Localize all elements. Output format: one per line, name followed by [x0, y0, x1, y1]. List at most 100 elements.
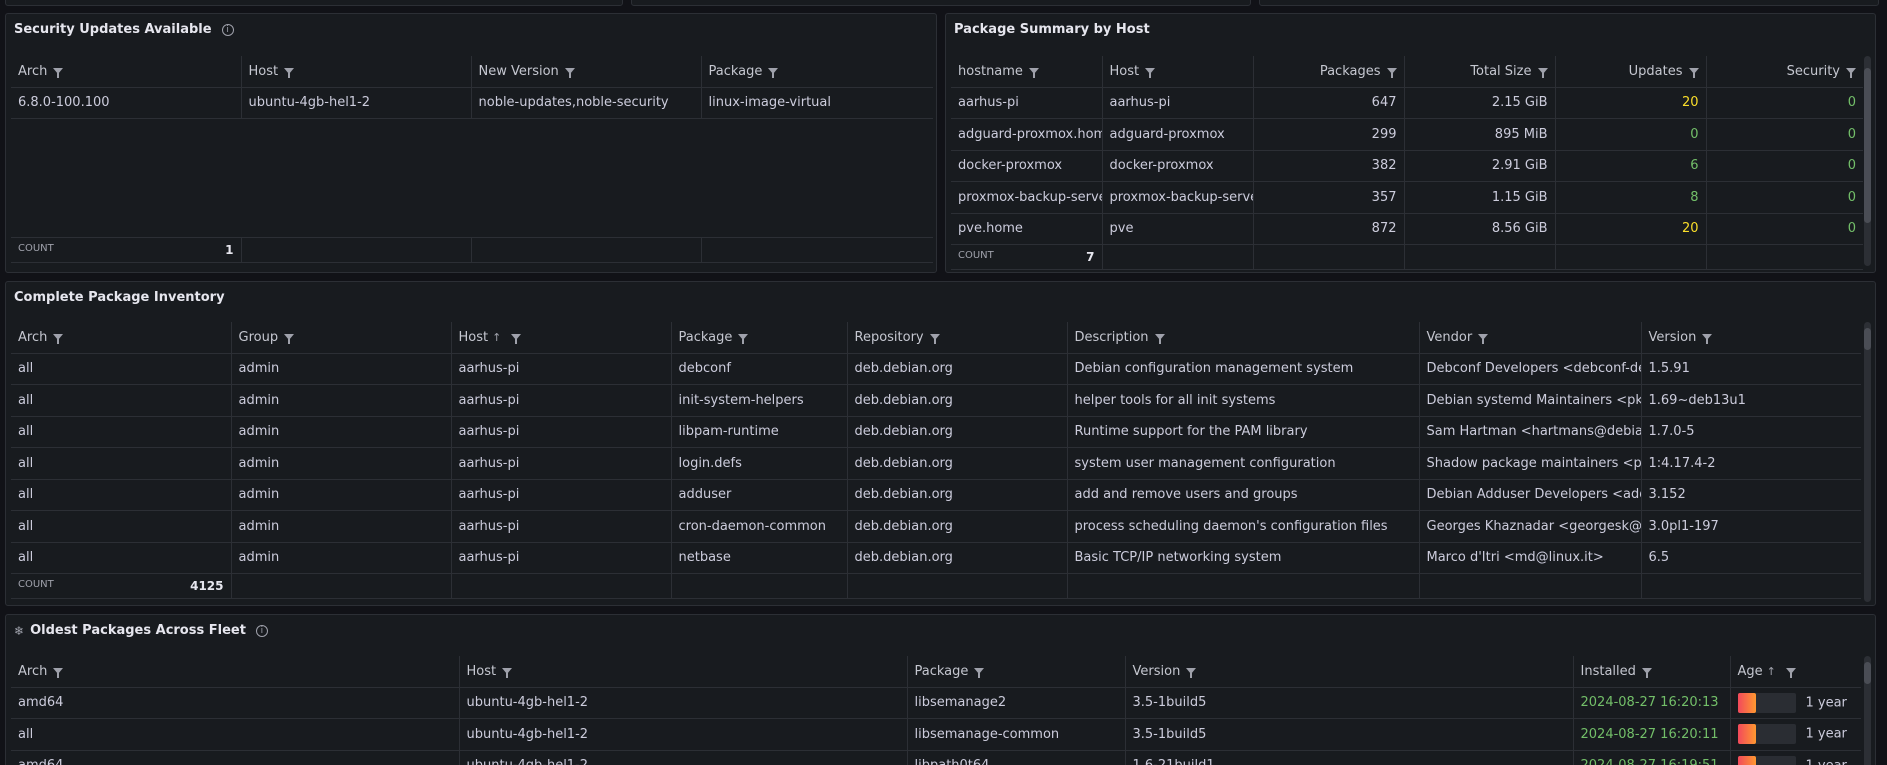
column-header-packages[interactable]: Packages	[1253, 56, 1405, 88]
cell: admin	[231, 479, 452, 511]
table-row[interactable]: all admin aarhus-pi login.defs deb.debian.or…	[11, 447, 1861, 480]
cell: admin	[231, 416, 452, 448]
column-header-security[interactable]: Security	[1706, 56, 1863, 88]
filter-icon[interactable]	[53, 68, 64, 79]
filter-icon[interactable]	[1145, 68, 1156, 79]
panel-title: Security Updates Available i	[14, 22, 234, 37]
age-label: 1 year	[1805, 695, 1847, 711]
filter-icon[interactable]	[1785, 668, 1796, 679]
cell: 8.56 GiB	[1404, 213, 1556, 245]
table-row[interactable]: all ubuntu-4gb-hel1-2 libsemanage-common 3.…	[11, 718, 1861, 751]
cell: proxmox-backup-server	[951, 181, 1103, 214]
column-header-updates[interactable]: Updates	[1555, 56, 1707, 88]
column-header-package[interactable]: Package	[907, 656, 1126, 688]
cell: admin	[231, 384, 452, 417]
column-header-arch[interactable]: Arch	[11, 656, 460, 688]
column-header-group[interactable]: Group	[231, 322, 452, 354]
vertical-scrollbar[interactable]	[1864, 56, 1871, 266]
filter-icon[interactable]	[1154, 334, 1165, 345]
column-header-host[interactable]: Host	[1102, 56, 1254, 88]
table-row[interactable]: all admin aarhus-pi cron-daemon-common deb.d…	[11, 510, 1861, 543]
table-row[interactable]: aarhus-pi aarhus-pi 647 2.15 GiB 20 0	[951, 87, 1863, 119]
filter-icon[interactable]	[1386, 68, 1397, 79]
vertical-scrollbar[interactable]	[1864, 322, 1871, 602]
filter-icon[interactable]	[1186, 668, 1197, 679]
cell: aarhus-pi	[451, 353, 672, 385]
filter-icon[interactable]	[53, 668, 64, 679]
scroll-thumb[interactable]	[1864, 662, 1871, 684]
table-row[interactable]: all admin aarhus-pi netbase deb.debian.org Ba…	[11, 542, 1861, 574]
age-gauge-fill	[1737, 755, 1757, 765]
table-row[interactable]: all admin aarhus-pi init-system-helpers deb.…	[11, 384, 1861, 417]
filter-icon[interactable]	[1478, 334, 1489, 345]
scroll-thumb[interactable]	[1864, 328, 1871, 350]
column-header-age[interactable]: Age ↑	[1730, 656, 1861, 688]
column-header-package[interactable]: Package	[701, 56, 933, 88]
filter-icon[interactable]	[1702, 334, 1713, 345]
filter-icon[interactable]	[1537, 68, 1548, 79]
table-row[interactable]: all admin aarhus-pi debconf deb.debian.org De…	[11, 353, 1861, 385]
column-header-total-size[interactable]: Total Size	[1404, 56, 1556, 88]
cell: deb.debian.org	[847, 542, 1068, 574]
filter-icon[interactable]	[929, 334, 940, 345]
sort-ascending-icon[interactable]: ↑	[492, 331, 501, 344]
column-header-installed[interactable]: Installed	[1573, 656, 1731, 688]
cell: libsemanage-common	[907, 718, 1126, 751]
filter-icon[interactable]	[511, 334, 522, 345]
column-header-hostname[interactable]: hostname	[951, 56, 1103, 88]
filter-icon[interactable]	[768, 68, 779, 79]
column-header-version[interactable]: Version	[1641, 322, 1861, 354]
filter-icon[interactable]	[974, 668, 985, 679]
table-row[interactable]: all admin aarhus-pi libpam-runtime deb.debia…	[11, 416, 1861, 448]
table-row[interactable]: proxmox-backup-server proxmox-backup-serv…	[951, 181, 1863, 214]
footer-label: COUNT	[18, 243, 54, 254]
table-row[interactable]: docker-proxmox docker-proxmox 382 2.91 GiB 6…	[951, 150, 1863, 182]
column-header-package[interactable]: Package	[671, 322, 848, 354]
column-header-description[interactable]: Description	[1067, 322, 1420, 354]
cell: deb.debian.org	[847, 353, 1068, 385]
cell: admin	[231, 353, 452, 385]
column-header-host[interactable]: Host	[459, 656, 908, 688]
table-row[interactable]: amd64ubuntu-4gb-hel1-2libpath0t641.6-21b…	[11, 750, 1861, 765]
filter-icon[interactable]	[1688, 68, 1699, 79]
count-value: 7	[1086, 250, 1095, 264]
column-header-repository[interactable]: Repository	[847, 322, 1068, 354]
cell: process scheduling daemon's configuratio…	[1067, 510, 1420, 543]
empty-space	[11, 118, 933, 238]
filter-icon[interactable]	[1028, 68, 1039, 79]
filter-icon[interactable]	[1641, 668, 1652, 679]
column-header-host[interactable]: Host ↑	[451, 322, 672, 354]
cell: deb.debian.org	[847, 479, 1068, 511]
sort-ascending-icon[interactable]: ↑	[1767, 665, 1776, 678]
filter-icon[interactable]	[564, 68, 575, 79]
cell: 1:4.17.4-2	[1641, 447, 1861, 480]
column-header-vendor[interactable]: Vendor	[1419, 322, 1642, 354]
filter-icon[interactable]	[284, 334, 295, 345]
scroll-thumb[interactable]	[1864, 68, 1871, 223]
column-header-host[interactable]: Host	[241, 56, 472, 88]
filter-icon[interactable]	[284, 68, 295, 79]
table-row[interactable]: all admin aarhus-pi adduser deb.debian.org ad…	[11, 479, 1861, 511]
age-label: 1 year	[1805, 726, 1847, 742]
table-row[interactable]: 6.8.0-100.100 ubuntu-4gb-hel1-2 noble-up…	[11, 87, 933, 119]
filter-icon[interactable]	[53, 334, 64, 345]
vertical-scrollbar[interactable]	[1864, 656, 1871, 765]
filter-icon[interactable]	[502, 668, 513, 679]
table-row[interactable]: pve.home pve 872 8.56 GiB 20 0	[951, 213, 1863, 245]
column-header-arch[interactable]: Arch	[11, 322, 232, 354]
info-icon[interactable]: i	[221, 23, 234, 36]
cell: 0	[1706, 150, 1863, 182]
column-header-new-version[interactable]: New Version	[471, 56, 702, 88]
cell: all	[11, 416, 232, 448]
filter-icon[interactable]	[1846, 68, 1856, 79]
column-header-arch[interactable]: Arch	[11, 56, 242, 88]
age-cell: 1 year	[1730, 750, 1861, 765]
column-header-version[interactable]: Version	[1125, 656, 1574, 688]
table-row[interactable]: amd64 ubuntu-4gb-hel1-2 libsemanage2 3.5-1b…	[11, 687, 1861, 719]
cell: 0	[1706, 213, 1863, 245]
filter-icon[interactable]	[738, 334, 749, 345]
cell: aarhus-pi	[451, 447, 672, 480]
table-row[interactable]: adguard-proxmox.home adguard-proxmox 299 89…	[951, 118, 1863, 151]
cell: pve	[1102, 213, 1254, 245]
info-icon[interactable]: i	[255, 624, 268, 637]
